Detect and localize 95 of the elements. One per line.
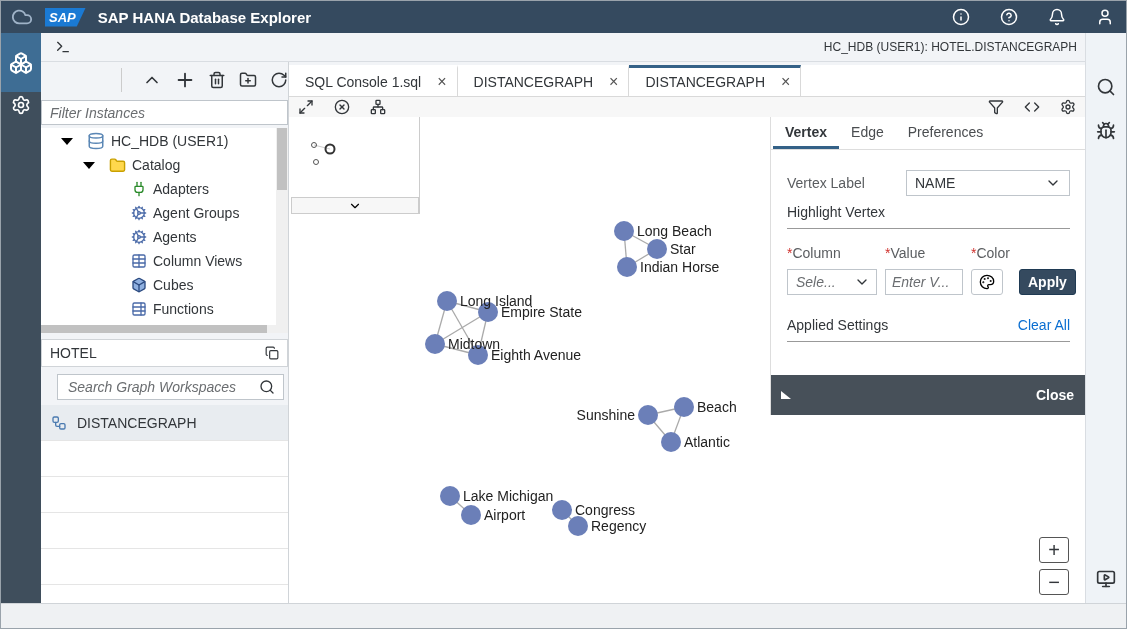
tree-item[interactable]: HC_HDB (USER1) bbox=[111, 133, 229, 149]
section-title: Highlight Vertex bbox=[787, 204, 1070, 229]
scrollbar-thumb[interactable] bbox=[41, 325, 267, 333]
column-select[interactable]: Sele... bbox=[787, 269, 877, 295]
hierarchy-icon[interactable] bbox=[369, 98, 387, 116]
graph-node[interactable] bbox=[461, 505, 481, 525]
node-label: Congress bbox=[575, 502, 635, 518]
tree-item[interactable]: Cubes bbox=[153, 277, 194, 293]
scrollbar-thumb[interactable] bbox=[277, 128, 287, 190]
settings-icon bbox=[11, 95, 31, 115]
filter-field[interactable]: Filter Instances bbox=[41, 100, 288, 125]
schema-name: HOTEL bbox=[50, 345, 97, 361]
section-title: Applied Settings bbox=[787, 317, 889, 333]
search-icon[interactable] bbox=[259, 379, 275, 395]
zoom-in-button[interactable]: + bbox=[1039, 537, 1069, 563]
help-icon[interactable] bbox=[998, 6, 1020, 28]
zoom-out-button[interactable]: − bbox=[1039, 569, 1069, 595]
vertex-label-label: Vertex Label bbox=[787, 175, 865, 191]
field-label: *Column bbox=[787, 245, 842, 261]
editor-tab[interactable]: SQL Console 1.sql × bbox=[289, 65, 458, 96]
close-button[interactable]: Close bbox=[1035, 387, 1074, 403]
tree-item[interactable]: Adapters bbox=[153, 181, 210, 197]
folder-icon bbox=[109, 156, 126, 174]
expand-arrow-icon[interactable] bbox=[61, 137, 73, 145]
tree-item[interactable]: Catalog bbox=[132, 157, 181, 173]
delete-button[interactable] bbox=[207, 69, 227, 91]
graph-node[interactable] bbox=[552, 500, 572, 520]
node-label: Sunshine bbox=[576, 407, 635, 423]
graph-node[interactable] bbox=[425, 334, 445, 354]
close-tab-button[interactable]: × bbox=[781, 73, 791, 91]
bug-icon[interactable] bbox=[1096, 121, 1116, 141]
node-label: Atlantic bbox=[684, 434, 730, 450]
node-label: Long Beach bbox=[637, 223, 712, 239]
tree-item[interactable]: Agents bbox=[153, 229, 197, 245]
field-label: *Color bbox=[971, 245, 1011, 261]
graph-node[interactable] bbox=[437, 291, 457, 311]
graph-node[interactable] bbox=[674, 397, 694, 417]
graph-workspace-icon bbox=[51, 414, 67, 431]
sql-console-icon[interactable] bbox=[55, 39, 71, 55]
filter-icon[interactable] bbox=[987, 98, 1005, 116]
expand-arrow-icon[interactable] bbox=[83, 161, 95, 169]
palette-icon bbox=[979, 274, 995, 290]
run-console-icon[interactable] bbox=[1096, 569, 1116, 589]
node-label: Star bbox=[670, 241, 696, 257]
clear-all-link[interactable]: Clear All bbox=[1017, 317, 1070, 333]
search-field[interactable]: Search Graph Workspaces bbox=[57, 374, 284, 400]
tree-item[interactable]: Functions bbox=[153, 301, 214, 317]
graph-node[interactable] bbox=[647, 239, 667, 259]
minimap-toggle-button[interactable] bbox=[291, 197, 419, 214]
expand-icon[interactable] bbox=[297, 98, 315, 116]
graph-node[interactable] bbox=[568, 516, 588, 536]
tab-label[interactable]: DISTANCEGRAPH bbox=[645, 74, 765, 90]
resize-handle-icon[interactable] bbox=[781, 391, 791, 399]
settings-icon[interactable] bbox=[1059, 98, 1077, 116]
sap-logo: SAP bbox=[45, 7, 86, 27]
vertex-label-select[interactable]: NAME bbox=[906, 170, 1070, 196]
gear-icon bbox=[131, 229, 147, 245]
panel-tab[interactable]: Edge bbox=[839, 117, 896, 149]
clear-icon[interactable] bbox=[333, 98, 351, 116]
graph-node[interactable] bbox=[617, 257, 637, 277]
tab-label[interactable]: SQL Console 1.sql bbox=[305, 74, 422, 90]
database-icon bbox=[87, 132, 105, 150]
cube-icon bbox=[131, 277, 147, 293]
function-table-icon bbox=[131, 301, 147, 317]
graph-node[interactable] bbox=[638, 405, 658, 425]
value-field[interactable]: Enter V... bbox=[885, 269, 963, 295]
tree-item[interactable]: Agent Groups bbox=[153, 205, 240, 221]
plug-icon bbox=[131, 181, 147, 197]
graph-node[interactable] bbox=[614, 221, 634, 241]
node-label: Beach bbox=[697, 399, 737, 415]
node-label: Regency bbox=[591, 518, 647, 534]
copy-icon[interactable] bbox=[265, 346, 279, 360]
node-label: Indian Horse bbox=[640, 259, 720, 275]
close-tab-button[interactable]: × bbox=[437, 73, 447, 91]
tab-label[interactable]: DISTANCEGRAPH bbox=[473, 74, 594, 90]
gear-icon bbox=[131, 205, 147, 221]
cubes-icon bbox=[9, 50, 33, 75]
close-tab-button[interactable]: × bbox=[609, 73, 619, 91]
tree-item[interactable]: Column Views bbox=[153, 253, 243, 269]
node-label: Airport bbox=[484, 507, 526, 523]
workspace-item[interactable]: DISTANCEGRAPH bbox=[41, 405, 288, 441]
app-title: SAP HANA Database Explorer bbox=[97, 8, 313, 26]
panel-tab[interactable]: Vertex bbox=[773, 117, 840, 149]
info-icon[interactable] bbox=[950, 6, 972, 28]
graph-node[interactable] bbox=[440, 486, 460, 506]
apply-button[interactable]: Apply bbox=[1019, 269, 1076, 295]
color-picker-button[interactable] bbox=[971, 269, 1003, 295]
field-label: *Value bbox=[885, 245, 927, 261]
panel-tab[interactable]: Preferences bbox=[895, 117, 996, 149]
editor-tab[interactable]: DISTANCEGRAPH × bbox=[457, 65, 630, 96]
breadcrumb: HC_HDB (USER1): HOTEL.DISTANCEGRAPH bbox=[823, 40, 1077, 54]
table-icon bbox=[131, 253, 147, 269]
search-icon[interactable] bbox=[1096, 77, 1116, 97]
graph-node[interactable] bbox=[661, 432, 681, 452]
node-label: Lake Michigan bbox=[463, 488, 554, 504]
